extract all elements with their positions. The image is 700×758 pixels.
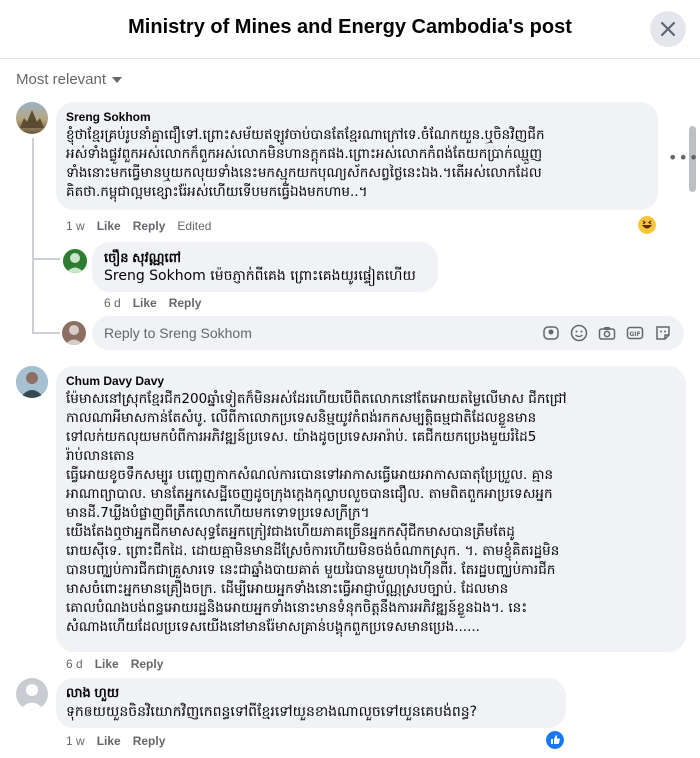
thread-connector <box>32 258 60 260</box>
comment-bubble: លាង ហួយ ទុកឲយយួនចិនវិយោកវិញកេពន្ធទៅពីខ្ម… <box>56 678 566 728</box>
avatar[interactable] <box>16 678 48 710</box>
reply-bubble: ចឿន សុវណ្ណពៅ Sreng Sokhom ម៉េចភ្ញាក់ពីគេ… <box>92 242 438 292</box>
comment-author[interactable]: Chum Davy Davy <box>66 374 164 388</box>
comment-time[interactable]: 1 w <box>66 734 85 748</box>
current-user-avatar[interactable] <box>62 321 86 345</box>
sort-label: Most relevant <box>16 71 107 88</box>
more-options-icon[interactable]: ••• <box>668 148 699 167</box>
chevron-down-icon <box>112 76 123 83</box>
dialog-header: Ministry of Mines and Energy Cambodia's … <box>0 0 700 59</box>
reply-placeholder: Reply to Sreng Sokhom <box>104 325 252 341</box>
close-icon <box>661 22 675 36</box>
sticker-icon[interactable] <box>654 324 672 342</box>
sort-dropdown[interactable]: Most relevant <box>16 71 123 88</box>
reply-button[interactable]: Reply <box>131 657 164 671</box>
comment-time[interactable]: 6 d <box>104 296 121 310</box>
like-button[interactable]: Like <box>97 219 121 233</box>
comment-bubble: Sreng Sokhom ខ្ញុំថាខ្មែរគ្រប់រូបនាំគ្នា… <box>56 102 658 210</box>
haha-reaction-icon[interactable] <box>638 216 656 234</box>
comment-actions: 6 d Like Reply <box>66 657 163 671</box>
reply-button[interactable]: Reply <box>133 734 166 748</box>
comment-author[interactable]: Sreng Sokhom <box>66 110 151 124</box>
like-button[interactable]: Like <box>95 657 119 671</box>
camera-icon[interactable] <box>598 324 616 342</box>
comment-time[interactable]: 1 w <box>66 219 85 233</box>
comment-text: ទុកឲយយួនចិនវិយោកវិញកេពន្ធទៅពីខ្មែរទៅយួនខ… <box>66 704 478 720</box>
gif-icon[interactable]: GIF <box>626 324 644 342</box>
thread-connector <box>32 332 60 334</box>
reply-button[interactable]: Reply <box>169 296 202 310</box>
like-reaction-icon[interactable] <box>546 731 564 749</box>
reply-input[interactable]: Reply to Sreng Sokhom GIF <box>92 316 684 350</box>
svg-text:GIF: GIF <box>629 331 640 338</box>
avatar[interactable] <box>16 102 48 134</box>
close-button[interactable] <box>650 11 686 47</box>
comment-actions: 1 w Like Reply Edited <box>66 219 211 233</box>
composer-tools: GIF <box>542 324 672 342</box>
comment-text: ខ្ញុំថាខ្មែរគ្រប់រូបនាំគ្នាជឿទៅ.ព្រោះសម័… <box>66 127 545 200</box>
comment-text: ម៉ែមាសនៅស្រុកខ្មែរជីក200ឆ្នាំទៀតក៏មិនអស់… <box>66 391 567 635</box>
comment-actions: 6 d Like Reply <box>104 296 201 310</box>
comment-time[interactable]: 6 d <box>66 657 83 671</box>
avatar[interactable] <box>16 366 48 398</box>
avatar-sticker-icon[interactable] <box>542 324 560 342</box>
comment-author[interactable]: លាង ហួយ <box>66 685 119 704</box>
comment-text: Sreng Sokhom ម៉េចភ្ញាក់ពីគេង ព្រោះគេងយូរ… <box>104 268 416 284</box>
edited-label: Edited <box>177 219 212 233</box>
like-button[interactable]: Like <box>133 296 157 310</box>
dialog-title: Ministry of Mines and Energy Cambodia's … <box>128 16 572 38</box>
comment-bubble: Chum Davy Davy ម៉ែមាសនៅស្រុកខ្មែរជីក200ឆ… <box>56 366 686 652</box>
thread-line <box>32 138 34 334</box>
comment-actions: 1 w Like Reply <box>66 734 165 748</box>
reply-button[interactable]: Reply <box>133 219 166 233</box>
emoji-icon[interactable] <box>570 324 588 342</box>
like-button[interactable]: Like <box>97 734 121 748</box>
avatar[interactable] <box>62 248 88 274</box>
